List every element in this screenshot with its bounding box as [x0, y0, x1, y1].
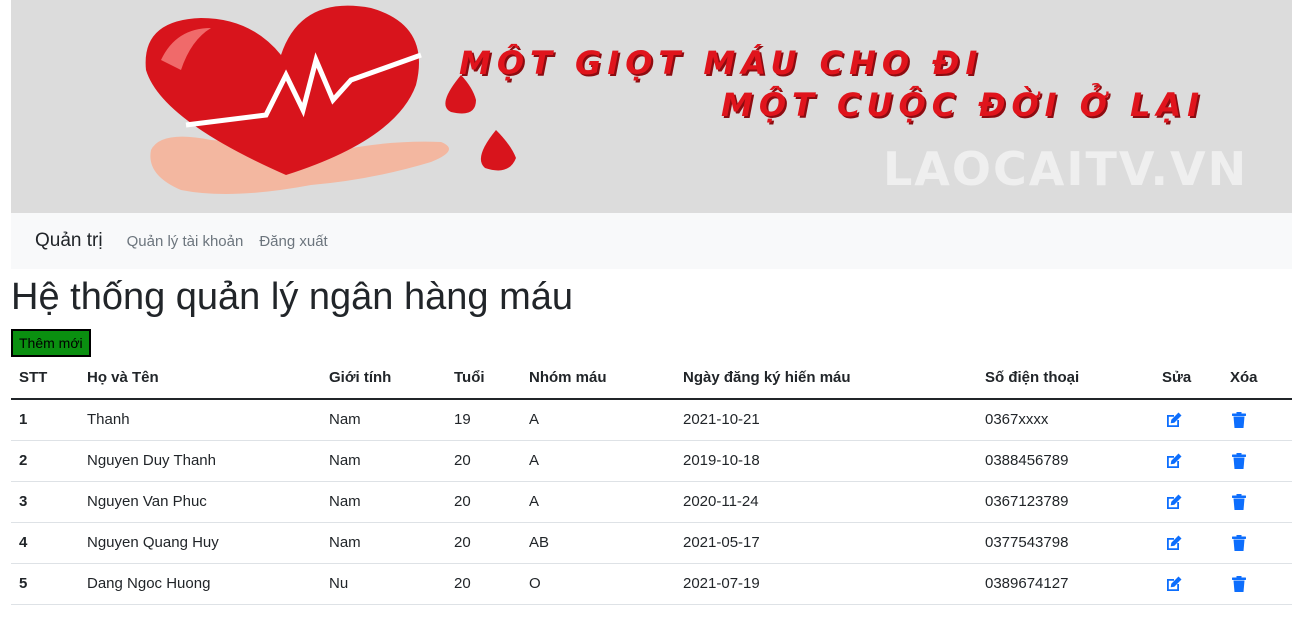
header-age: Tuổi	[446, 357, 521, 400]
row-name: Nguyen Duy Thanh	[79, 440, 321, 482]
row-phone: 0389674127	[977, 563, 1154, 605]
header-register-date: Ngày đăng ký hiến máu	[675, 357, 977, 400]
trash-icon[interactable]	[1230, 534, 1248, 552]
edit-icon[interactable]	[1165, 452, 1183, 470]
row-stt: 4	[11, 522, 79, 564]
row-age: 20	[446, 522, 521, 564]
delete-cell	[1222, 481, 1292, 523]
table-row: 4 Nguyen Quang Huy Nam 20 AB 2021-05-17 037754…	[11, 522, 1292, 564]
donor-table: STT Họ và Tên Giới tính Tuổi Nhóm máu Ng…	[11, 357, 1292, 605]
edit-icon[interactable]	[1165, 493, 1183, 511]
row-phone: 0367123789	[977, 481, 1154, 523]
row-register-date: 2019-10-18	[675, 440, 977, 482]
row-stt: 3	[11, 481, 79, 523]
navbar: Quản trị Quản lý tài khoản Đăng xuất	[11, 213, 1292, 269]
row-phone: 0367xxxx	[977, 399, 1154, 441]
row-gender: Nam	[321, 481, 446, 523]
row-age: 20	[446, 440, 521, 482]
delete-cell	[1222, 399, 1292, 441]
row-name: Nguyen Van Phuc	[79, 481, 321, 523]
trash-icon[interactable]	[1230, 493, 1248, 511]
table-header-row: STT Họ và Tên Giới tính Tuổi Nhóm máu Ng…	[11, 357, 1292, 400]
edit-cell	[1154, 481, 1222, 523]
header-delete: Xóa	[1222, 357, 1292, 400]
trash-icon[interactable]	[1230, 411, 1248, 429]
trash-icon[interactable]	[1230, 575, 1248, 593]
row-blood-type: AB	[521, 522, 675, 564]
table-row: 1 Thanh Nam 19 A 2021-10-21 0367xxxx	[11, 399, 1292, 441]
row-phone: 0377543798	[977, 522, 1154, 564]
watermark: LAOCAITV.VN	[883, 142, 1249, 196]
row-gender: Nam	[321, 522, 446, 564]
row-blood-type: A	[521, 481, 675, 523]
header-blood-type: Nhóm máu	[521, 357, 675, 400]
row-name: Nguyen Quang Huy	[79, 522, 321, 564]
table-row: 3 Nguyen Van Phuc Nam 20 A 2020-11-24 03671237…	[11, 481, 1292, 523]
row-gender: Nam	[321, 399, 446, 441]
edit-icon[interactable]	[1165, 411, 1183, 429]
row-stt: 5	[11, 563, 79, 605]
row-stt: 2	[11, 440, 79, 482]
row-stt: 1	[11, 399, 79, 441]
edit-icon[interactable]	[1165, 575, 1183, 593]
row-gender: Nu	[321, 563, 446, 605]
header-name: Họ và Tên	[79, 357, 321, 400]
page-title: Hệ thống quản lý ngân hàng máu	[11, 276, 573, 318]
banner: MỘT GIỌT MÁU CHO ĐI MỘT CUỘC ĐỜI Ở LẠI L…	[11, 0, 1292, 213]
delete-cell	[1222, 440, 1292, 482]
row-blood-type: O	[521, 563, 675, 605]
delete-cell	[1222, 522, 1292, 564]
row-age: 20	[446, 563, 521, 605]
header-stt: STT	[11, 357, 79, 400]
header-edit: Sửa	[1154, 357, 1222, 400]
row-register-date: 2021-07-19	[675, 563, 977, 605]
trash-icon[interactable]	[1230, 452, 1248, 470]
nav-link-account-management[interactable]: Quản lý tài khoản	[127, 233, 244, 250]
row-register-date: 2020-11-24	[675, 481, 977, 523]
edit-cell	[1154, 440, 1222, 482]
row-age: 20	[446, 481, 521, 523]
row-name: Thanh	[79, 399, 321, 441]
edit-cell	[1154, 399, 1222, 441]
row-phone: 0388456789	[977, 440, 1154, 482]
table-row: 2 Nguyen Duy Thanh Nam 20 A 2019-10-18 0388456…	[11, 440, 1292, 482]
slogan-line-1: MỘT GIỌT MÁU CHO ĐI	[459, 44, 984, 82]
header-gender: Giới tính	[321, 357, 446, 400]
add-new-button[interactable]: Thêm mới	[11, 329, 91, 357]
edit-cell	[1154, 563, 1222, 605]
row-age: 19	[446, 399, 521, 441]
navbar-brand[interactable]: Quản trị	[35, 230, 103, 252]
row-blood-type: A	[521, 399, 675, 441]
edit-cell	[1154, 522, 1222, 564]
slogan-line-2: MỘT CUỘC ĐỜI Ở LẠI	[721, 86, 1206, 124]
delete-cell	[1222, 563, 1292, 605]
row-name: Dang Ngoc Huong	[79, 563, 321, 605]
table-row: 5 Dang Ngoc Huong Nu 20 O 2021-07-19 038967412…	[11, 563, 1292, 605]
row-register-date: 2021-10-21	[675, 399, 977, 441]
header-phone: Số điện thoại	[977, 357, 1154, 400]
row-blood-type: A	[521, 440, 675, 482]
row-gender: Nam	[321, 440, 446, 482]
edit-icon[interactable]	[1165, 534, 1183, 552]
nav-link-logout[interactable]: Đăng xuất	[259, 233, 327, 250]
row-register-date: 2021-05-17	[675, 522, 977, 564]
